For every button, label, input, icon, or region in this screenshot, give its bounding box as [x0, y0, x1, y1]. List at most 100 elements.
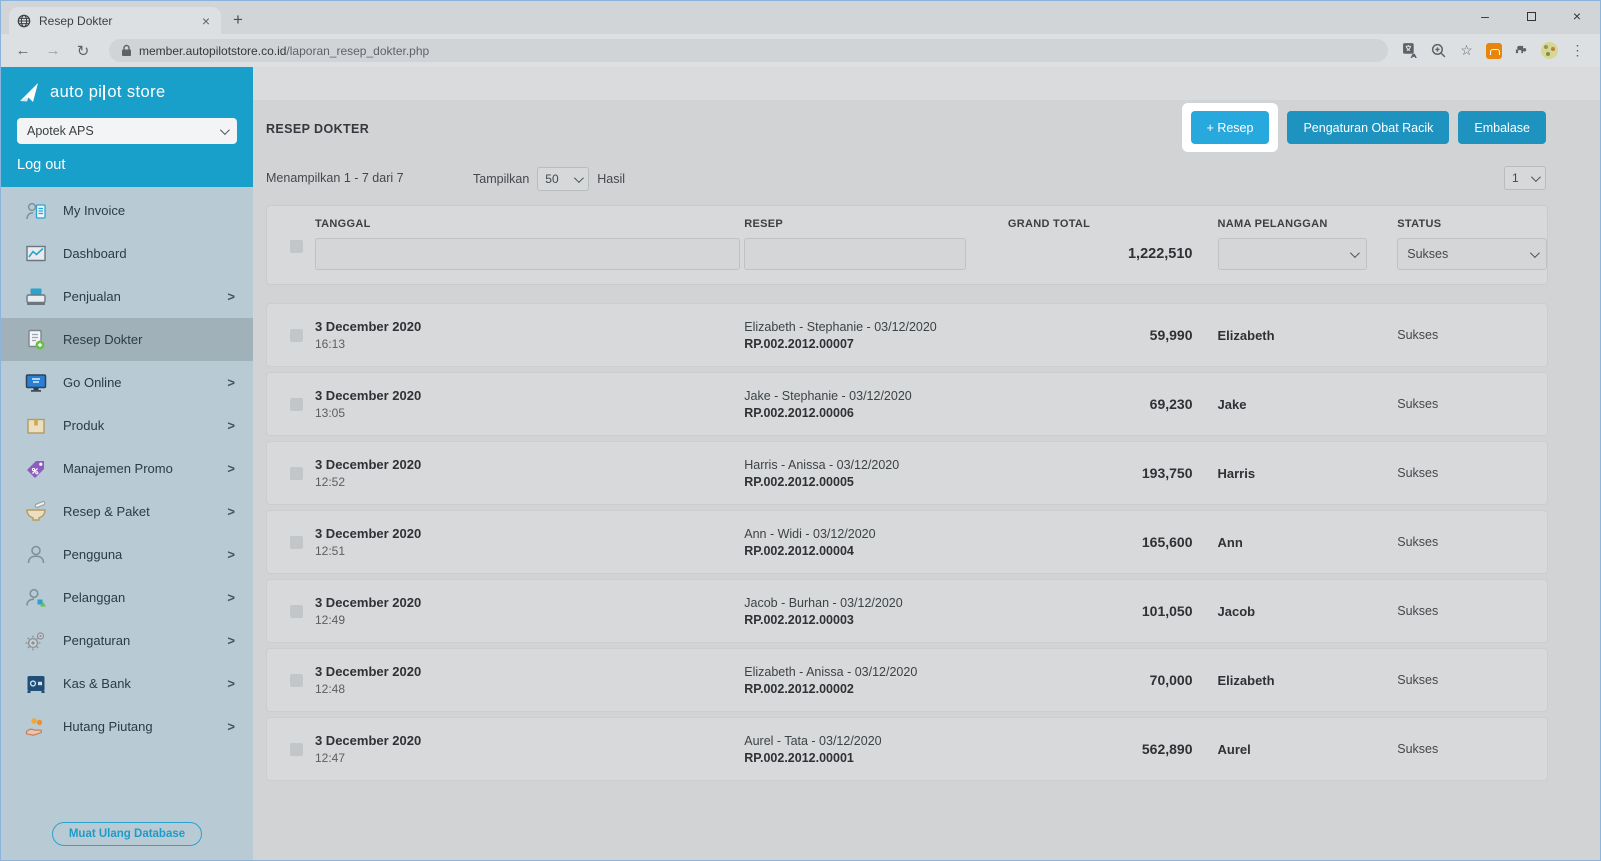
- sidebar-item-resep-paket[interactable]: Resep & Paket >: [1, 490, 253, 533]
- url-bar[interactable]: member.autopilotstore.co.id/laporan_rese…: [109, 39, 1388, 62]
- url-domain: member.autopilotstore.co.id: [139, 44, 286, 58]
- per-page-select[interactable]: 50: [537, 167, 589, 191]
- extension-bag-icon[interactable]: [1486, 43, 1502, 59]
- sidebar-item-kas-bank[interactable]: Kas & Bank >: [1, 662, 253, 705]
- row-resep-code: RP.002.2012.00002: [744, 682, 974, 696]
- column-header-resep: RESEP: [744, 218, 974, 230]
- monitor-icon: [23, 370, 49, 396]
- table-row[interactable]: 3 December 2020 12:48 Elizabeth - Anissa…: [266, 648, 1548, 712]
- tampilkan-label: Tampilkan: [473, 172, 529, 186]
- logo-text: auto piot store: [50, 83, 166, 102]
- row-date: 3 December 2020: [315, 664, 744, 679]
- sidebar-item-pengguna[interactable]: Pengguna >: [1, 533, 253, 576]
- row-checkbox[interactable]: [290, 743, 303, 756]
- table-row[interactable]: 3 December 2020 13:05 Jake - Stephanie -…: [266, 372, 1548, 436]
- pengaturan-obat-racik-button[interactable]: Pengaturan Obat Racik: [1287, 111, 1449, 144]
- row-resep-code: RP.002.2012.00003: [744, 613, 974, 627]
- avatar[interactable]: [1541, 42, 1558, 59]
- chevron-right-icon: >: [227, 547, 235, 562]
- prescription-icon: [23, 327, 49, 353]
- table-row[interactable]: 3 December 2020 12:47 Aurel - Tata - 03/…: [266, 717, 1548, 781]
- row-resep-names: Elizabeth - Stephanie - 03/12/2020: [744, 320, 974, 334]
- user-icon: [23, 542, 49, 568]
- page-title: RESEP DOKTER: [266, 122, 369, 136]
- table-row[interactable]: 3 December 2020 12:49 Jacob - Burhan - 0…: [266, 579, 1548, 643]
- reload-icon[interactable]: ↻: [71, 42, 95, 60]
- row-customer: Aurel: [1218, 742, 1368, 757]
- browser-tab[interactable]: Resep Dokter ×: [9, 7, 221, 34]
- sidebar-item-manajemen-promo[interactable]: Manajemen Promo >: [1, 447, 253, 490]
- tab-close-icon[interactable]: ×: [199, 13, 213, 29]
- chevron-right-icon: >: [227, 504, 235, 519]
- row-checkbox[interactable]: [290, 467, 303, 480]
- sales-icon: [23, 284, 49, 310]
- row-checkbox[interactable]: [290, 674, 303, 687]
- browser-tab-strip: Resep Dokter × + – ×: [1, 1, 1600, 34]
- zoom-icon[interactable]: [1430, 42, 1447, 59]
- row-checkbox[interactable]: [290, 398, 303, 411]
- hand-coins-icon: [23, 714, 49, 740]
- sidebar-item-produk[interactable]: Produk >: [1, 404, 253, 447]
- column-header-nama-pelanggan: NAMA PELANGGAN: [1218, 218, 1368, 230]
- maximize-button[interactable]: [1508, 1, 1554, 31]
- star-icon[interactable]: ☆: [1458, 42, 1475, 59]
- sidebar: auto piot store Apotek APS Log out My In…: [1, 67, 253, 860]
- sidebar-item-pelanggan[interactable]: Pelanggan >: [1, 576, 253, 619]
- row-grand-total: 59,990: [974, 327, 1193, 343]
- sidebar-item-pengaturan[interactable]: Pengaturan >: [1, 619, 253, 662]
- table-row[interactable]: 3 December 2020 12:52 Harris - Anissa - …: [266, 441, 1548, 505]
- row-checkbox[interactable]: [290, 329, 303, 342]
- row-time: 12:51: [315, 544, 744, 558]
- puzzle-icon[interactable]: [1513, 42, 1530, 59]
- new-tab-button[interactable]: +: [233, 10, 243, 30]
- sidebar-item-dashboard[interactable]: Dashboard: [1, 232, 253, 275]
- row-status: Sukses: [1397, 535, 1547, 549]
- reload-database-button[interactable]: Muat Ulang Database: [52, 822, 202, 846]
- logout-link[interactable]: Log out: [17, 157, 237, 173]
- minimize-button[interactable]: –: [1462, 1, 1508, 31]
- add-resep-button[interactable]: + Resep: [1191, 111, 1270, 144]
- table-row[interactable]: 3 December 2020 16:13 Elizabeth - Stepha…: [266, 303, 1548, 367]
- translate-icon[interactable]: [1402, 42, 1419, 59]
- showing-count-text: Menampilkan 1 - 7 dari 7: [266, 171, 404, 185]
- table-row[interactable]: 3 December 2020 12:51 Ann - Widi - 03/12…: [266, 510, 1548, 574]
- chevron-right-icon: >: [227, 590, 235, 605]
- sidebar-item-hutang-piutang[interactable]: Hutang Piutang >: [1, 705, 253, 748]
- sidebar-item-go-online[interactable]: Go Online >: [1, 361, 253, 404]
- lock-icon: [121, 44, 132, 57]
- sidebar-item-penjualan[interactable]: Penjualan >: [1, 275, 253, 318]
- promo-tag-icon: [23, 456, 49, 482]
- row-resep-names: Jacob - Burhan - 03/12/2020: [744, 596, 974, 610]
- chevron-right-icon: >: [227, 375, 235, 390]
- hasil-label: Hasil: [597, 172, 625, 186]
- store-selector[interactable]: Apotek APS: [17, 118, 237, 144]
- status-filter-select[interactable]: Sukses: [1397, 238, 1547, 270]
- tanggal-filter-input[interactable]: [315, 238, 740, 270]
- customer-filter-select[interactable]: [1218, 238, 1368, 270]
- page-select[interactable]: 1: [1504, 166, 1546, 190]
- forward-icon[interactable]: →: [41, 42, 65, 59]
- globe-favicon-icon: [17, 14, 31, 28]
- meta-row: Menampilkan 1 - 7 dari 7 Tampilkan 50 Ha…: [266, 166, 1546, 192]
- row-customer: Harris: [1218, 466, 1368, 481]
- row-customer: Ann: [1218, 535, 1368, 550]
- select-all-checkbox[interactable]: [290, 240, 303, 253]
- close-window-button[interactable]: ×: [1554, 1, 1600, 31]
- row-time: 12:48: [315, 682, 744, 696]
- row-checkbox[interactable]: [290, 536, 303, 549]
- row-grand-total: 69,230: [974, 396, 1193, 412]
- embalase-button[interactable]: Embalase: [1458, 111, 1546, 144]
- row-status: Sukses: [1397, 604, 1547, 618]
- row-time: 12:52: [315, 475, 744, 489]
- back-icon[interactable]: ←: [11, 42, 35, 59]
- chevron-down-icon: [1530, 248, 1540, 258]
- logo: auto piot store: [17, 80, 237, 104]
- chevron-right-icon: >: [227, 461, 235, 476]
- sidebar-item-my-invoice[interactable]: My Invoice: [1, 189, 253, 232]
- resep-filter-input[interactable]: [744, 238, 966, 270]
- sidebar-item-resep-dokter[interactable]: Resep Dokter: [1, 318, 253, 361]
- row-resep-code: RP.002.2012.00005: [744, 475, 974, 489]
- row-checkbox[interactable]: [290, 605, 303, 618]
- menu-icon[interactable]: ⋮: [1569, 42, 1586, 59]
- safe-icon: [23, 671, 49, 697]
